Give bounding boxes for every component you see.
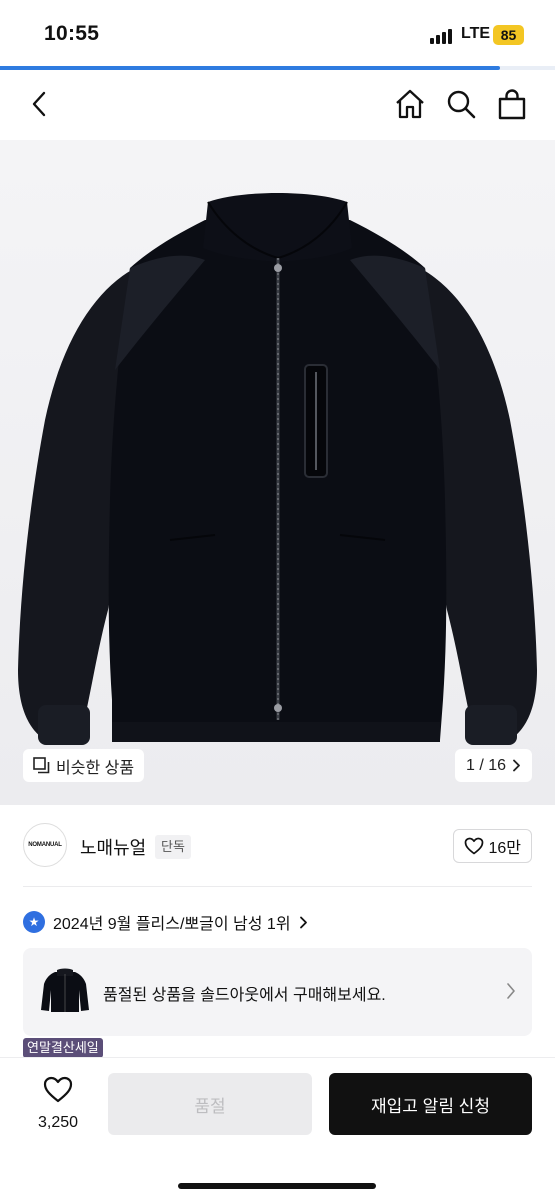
soldout-banner-text: 품절된 상품을 솔드아웃에서 구매해보세요. bbox=[103, 987, 386, 1004]
brand-like-button[interactable]: 16만 bbox=[453, 829, 532, 863]
divider bbox=[23, 886, 532, 887]
ranking-text: 2024년 9월 플리스/뽀글이 남성 1위 bbox=[53, 916, 291, 933]
soldout-button: 품절 bbox=[108, 1073, 312, 1135]
brand-logo-text: NOMANUAL bbox=[28, 842, 62, 848]
shopping-bag-icon bbox=[498, 89, 526, 120]
search-button[interactable] bbox=[443, 86, 479, 122]
search-icon bbox=[447, 90, 476, 119]
brand-name[interactable]: 노매뉴얼 bbox=[80, 834, 146, 860]
heart-icon bbox=[465, 837, 484, 855]
home-icon bbox=[396, 89, 424, 119]
ranking-star-icon: ★ bbox=[23, 911, 45, 933]
similar-products-button[interactable]: 비슷한 상품 bbox=[23, 749, 145, 782]
heart-icon bbox=[43, 1076, 73, 1103]
home-button[interactable] bbox=[392, 86, 428, 122]
signal-icon bbox=[430, 28, 456, 44]
brand-row: NOMANUAL 노매뉴얼 단독 16만 bbox=[0, 823, 555, 871]
wishlist-button[interactable]: 3,250 bbox=[30, 1076, 86, 1132]
cart-button[interactable] bbox=[494, 86, 530, 122]
sale-badge: 연말결산세일 bbox=[23, 1038, 103, 1058]
network-label: LTE bbox=[461, 25, 491, 42]
similar-items-icon bbox=[33, 757, 50, 774]
soldout-product-thumbnail bbox=[41, 968, 89, 1012]
brand-like-count: 16만 bbox=[488, 840, 521, 857]
home-indicator bbox=[178, 1183, 376, 1189]
soldout-banner[interactable]: 품절된 상품을 솔드아웃에서 구매해보세요. bbox=[23, 948, 532, 1036]
restock-alert-button[interactable]: 재입고 알림 신청 bbox=[329, 1073, 532, 1135]
battery-icon: 85 bbox=[493, 25, 524, 45]
similar-products-label: 비슷한 상품 bbox=[56, 759, 135, 777]
status-time: 10:55 bbox=[44, 22, 100, 45]
wishlist-count: 3,250 bbox=[37, 1114, 79, 1131]
ranking-row[interactable]: ★ 2024년 9월 플리스/뽀글이 남성 1위 bbox=[23, 908, 308, 936]
product-image[interactable]: 비슷한 상품 1 / 16 bbox=[0, 140, 555, 805]
top-nav bbox=[0, 70, 555, 140]
chevron-left-icon bbox=[32, 91, 46, 117]
chevron-right-icon bbox=[299, 916, 307, 928]
chevron-right-icon bbox=[507, 983, 515, 999]
exclusive-badge: 단독 bbox=[155, 835, 191, 859]
status-bar: 10:55 LTE 85 bbox=[0, 0, 555, 66]
chevron-right-icon bbox=[513, 759, 520, 772]
image-pager-button[interactable]: 1 / 16 bbox=[454, 749, 532, 782]
back-button[interactable] bbox=[22, 86, 58, 122]
image-pager-text: 1 / 16 bbox=[465, 756, 506, 774]
fleece-jacket-image bbox=[18, 193, 537, 745]
bottom-action-bar: 3,250 품절 재입고 알림 신청 bbox=[0, 1057, 555, 1200]
brand-logo[interactable]: NOMANUAL bbox=[23, 823, 67, 867]
